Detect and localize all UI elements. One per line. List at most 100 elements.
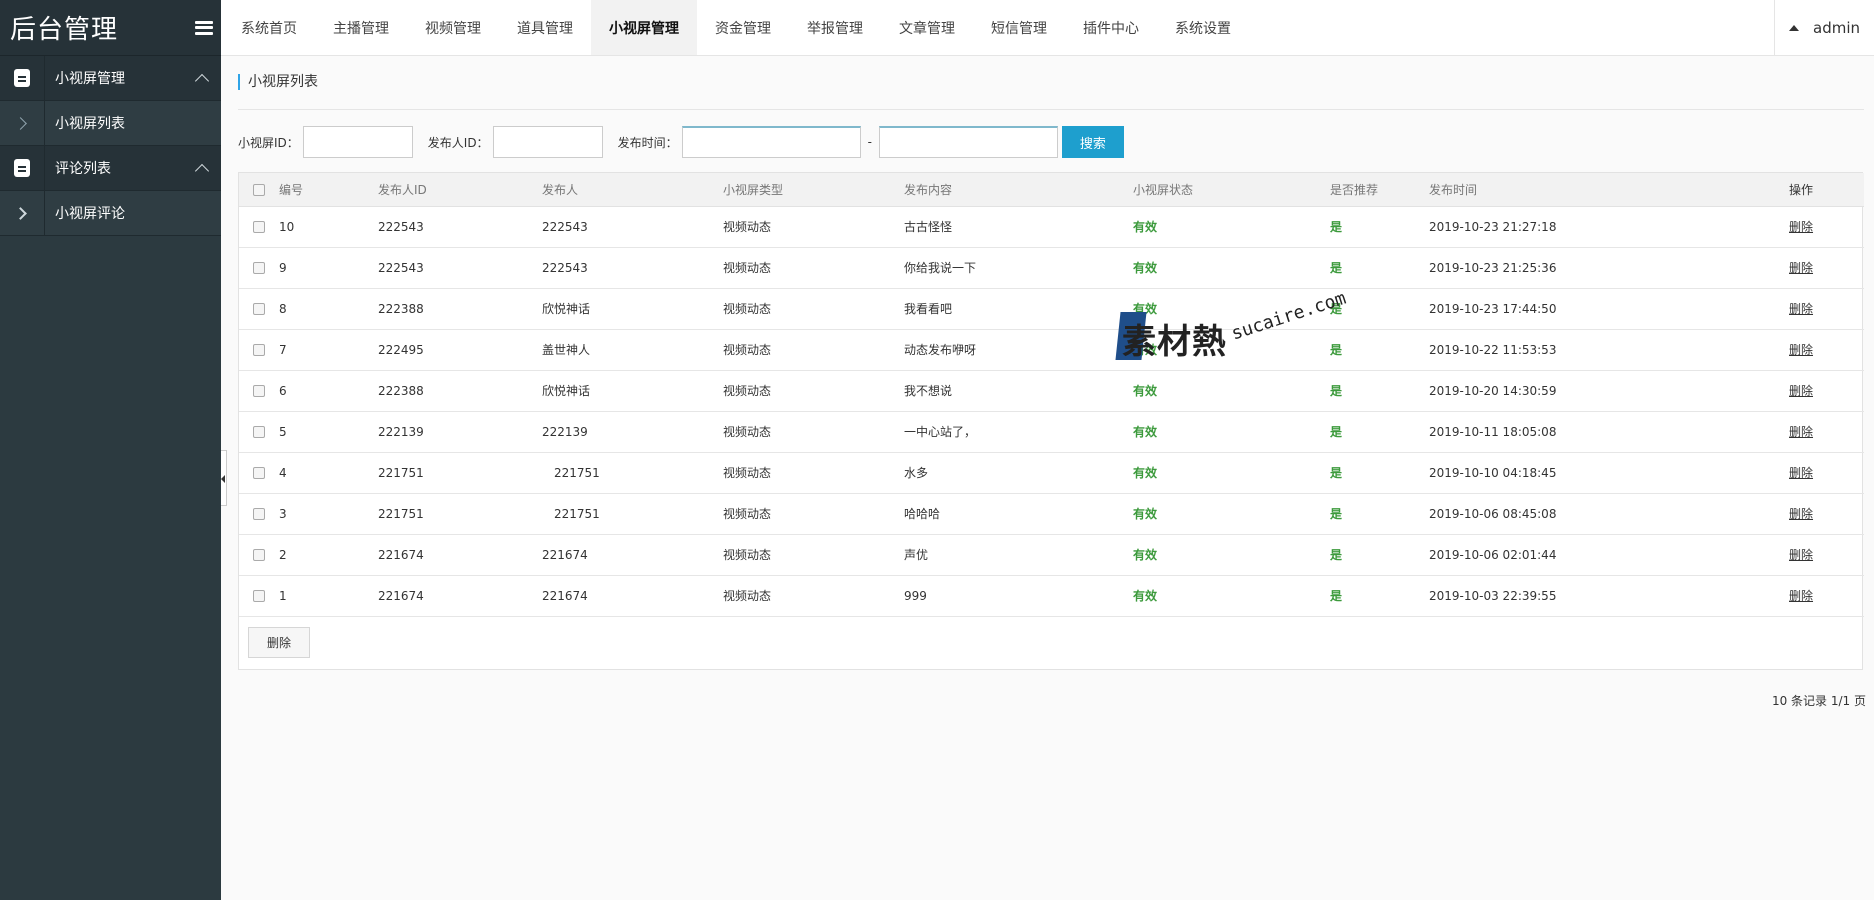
select-all-cell (239, 173, 279, 207)
cell-time: 2019-10-23 21:27:18 (1429, 219, 1557, 234)
row-checkbox[interactable] (253, 221, 265, 233)
cell-id: 7 (279, 342, 287, 357)
batch-delete-button[interactable]: 删除 (248, 626, 310, 658)
row-checkbox[interactable] (253, 303, 265, 315)
cell-publisher: 221674 (542, 547, 588, 562)
cell-type: 视频动态 (723, 384, 772, 398)
page-title: 小视屏列表 (238, 74, 318, 90)
cell-id: 3 (279, 506, 287, 521)
column-header: 小视屏类型 (723, 173, 904, 207)
cell-time: 2019-10-23 17:44:50 (1429, 301, 1557, 316)
start-date-input[interactable] (681, 126, 861, 158)
cell-type: 视频动态 (723, 302, 772, 316)
sidebar-item-0[interactable]: 小视屏管理 (0, 56, 221, 101)
cell-id: 4 (279, 465, 287, 480)
menu-toggle-icon[interactable] (195, 19, 213, 37)
delete-link[interactable]: 删除 (1789, 425, 1813, 439)
cell-content: 我不想说 (904, 384, 953, 398)
document-icon (14, 159, 30, 177)
top-tab-7[interactable]: 文章管理 (881, 0, 973, 55)
cell-recommended: 是 (1330, 466, 1343, 480)
top-tab-2[interactable]: 视频管理 (407, 0, 499, 55)
top-tab-3[interactable]: 道具管理 (499, 0, 591, 55)
sidebar-item-label: 小视屏列表 (55, 116, 125, 132)
cell-id: 5 (279, 424, 287, 439)
user-name: admin (1813, 18, 1860, 37)
row-select-cell (239, 247, 279, 288)
cell-type: 视频动态 (723, 425, 772, 439)
delete-link[interactable]: 删除 (1789, 261, 1813, 275)
column-header: 编号 (279, 173, 378, 207)
delete-link[interactable]: 删除 (1789, 548, 1813, 562)
cell-status: 有效 (1133, 425, 1158, 439)
row-select-cell (239, 534, 279, 575)
cell-recommended: 是 (1330, 425, 1343, 439)
column-header: 发布内容 (904, 173, 1133, 207)
top-tab-9[interactable]: 插件中心 (1065, 0, 1157, 55)
row-checkbox[interactable] (253, 467, 265, 479)
column-header: 小视屏状态 (1133, 173, 1330, 207)
cell-publisher: 222543 (542, 260, 588, 275)
cell-publisher: 221751 (554, 465, 600, 480)
row-select-cell (239, 493, 279, 534)
cell-content: 声优 (904, 548, 929, 562)
top-tab-6[interactable]: 举报管理 (789, 0, 881, 55)
delete-link[interactable]: 删除 (1789, 302, 1813, 316)
cell-time: 2019-10-10 04:18:45 (1429, 465, 1557, 480)
cell-action: 删除 (1789, 329, 1864, 370)
batch-actions: 删除 (239, 617, 1862, 669)
end-date-input[interactable] (878, 126, 1058, 158)
column-header: 发布人ID (378, 173, 542, 207)
cell-content: 你给我说一下 (904, 261, 977, 275)
cell-publisher: 222543 (542, 219, 588, 234)
row-checkbox[interactable] (253, 549, 265, 561)
search-button[interactable]: 搜索 (1061, 126, 1124, 158)
top-tab-0[interactable]: 系统首页 (223, 0, 315, 55)
row-checkbox[interactable] (253, 385, 265, 397)
cell-content: 哈哈哈 (904, 507, 941, 521)
delete-link[interactable]: 删除 (1789, 466, 1813, 480)
delete-link[interactable]: 删除 (1789, 220, 1813, 234)
delete-link[interactable]: 删除 (1789, 343, 1813, 357)
top-tab-5[interactable]: 资金管理 (697, 0, 789, 55)
row-select-cell (239, 206, 279, 247)
row-checkbox[interactable] (253, 426, 265, 438)
table-body: 10 222543 222543 视频动态 古古怪怪 有效是 2019-10-23 21:2… (239, 206, 1864, 616)
top-tab-4[interactable]: 小视屏管理 (591, 0, 697, 55)
cell-time: 2019-10-06 02:01:44 (1429, 547, 1557, 562)
select-all-checkbox[interactable] (253, 183, 265, 196)
cell-action: 删除 (1789, 493, 1864, 534)
top-tab-1[interactable]: 主播管理 (315, 0, 407, 55)
row-checkbox[interactable] (253, 344, 265, 356)
sidebar-item-3[interactable]: 小视屏评论 (0, 191, 221, 236)
cell-recommended: 是 (1330, 343, 1343, 357)
cell-content: 古古怪怪 (904, 220, 953, 234)
cell-recommended: 是 (1330, 507, 1343, 521)
delete-link[interactable]: 删除 (1789, 507, 1813, 521)
cell-type: 视频动态 (723, 548, 772, 562)
row-checkbox[interactable] (253, 508, 265, 520)
cell-status: 有效 (1133, 589, 1158, 603)
sidebar-item-2[interactable]: 评论列表 (0, 146, 221, 191)
table-row: 8 222388 欣悦神话 视频动态 我看看吧 有效 是 2019-10-23 17:44:5… (239, 288, 1864, 329)
delete-link[interactable]: 删除 (1789, 384, 1813, 398)
top-tab-10[interactable]: 系统设置 (1157, 0, 1249, 55)
sidebar-item-label: 小视屏管理 (55, 71, 125, 87)
video-id-input[interactable] (302, 126, 413, 158)
cell-publisher: 欣悦神话 (542, 384, 591, 398)
row-checkbox[interactable] (253, 590, 265, 602)
cell-action: 删除 (1789, 452, 1864, 493)
cell-action: 删除 (1789, 206, 1864, 247)
row-checkbox[interactable] (253, 262, 265, 274)
user-menu[interactable]: admin (1774, 0, 1874, 55)
sidebar-item-1[interactable]: 小视屏列表 (0, 101, 221, 146)
row-select-cell (239, 575, 279, 616)
cell-time: 2019-10-22 11:53:53 (1429, 342, 1557, 357)
delete-link[interactable]: 删除 (1789, 589, 1813, 603)
table-row: 5 222139 222139 视频动态 一中心站了， 有效 是 2019-10-11 18:… (239, 411, 1864, 452)
publisher-id-input[interactable] (492, 126, 603, 158)
cell-publisher-id: 221751 (378, 506, 424, 521)
top-tab-8[interactable]: 短信管理 (973, 0, 1065, 55)
cell-type: 视频动态 (723, 261, 772, 275)
table-row: 9 222543 222543 视频动态 你给我说一下 有效 是 2019-10-23 21:… (239, 247, 1864, 288)
